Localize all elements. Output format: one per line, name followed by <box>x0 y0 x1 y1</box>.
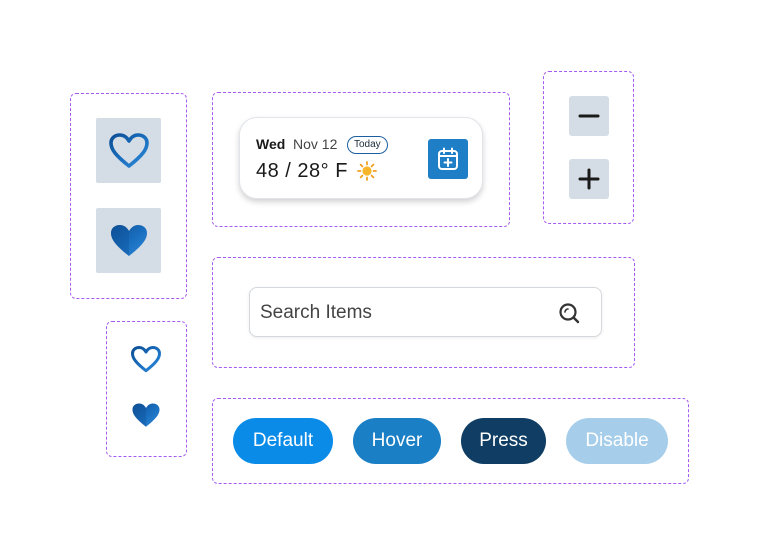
today-badge: Today <box>347 136 388 154</box>
search-input[interactable]: Search Items <box>249 287 602 337</box>
calendar-add-icon <box>438 147 458 170</box>
increment-button[interactable] <box>569 159 609 199</box>
weather-card: Wed Nov 12 Today 48 / 28° F <box>239 117 483 199</box>
plus-icon <box>578 168 600 190</box>
decrement-button[interactable] <box>569 96 609 136</box>
heart-outline-icon <box>108 132 149 168</box>
weather-temperature: 48 / 28° F <box>256 160 348 182</box>
press-button[interactable]: Press <box>461 418 546 464</box>
favorite-filled-button[interactable] <box>96 208 161 273</box>
heart-filled-small-icon[interactable] <box>131 402 161 429</box>
add-to-calendar-button[interactable] <box>428 139 468 179</box>
small-hearts-group <box>106 321 187 457</box>
hover-button[interactable]: Hover <box>353 418 441 464</box>
weather-day: Wed <box>256 136 286 152</box>
stepper-group <box>543 71 634 224</box>
search-placeholder: Search Items <box>260 302 372 323</box>
search-icon[interactable] <box>558 302 580 324</box>
weather-date: Nov 12 <box>293 136 338 152</box>
heart-outline-small-icon[interactable] <box>131 346 161 373</box>
disabled-button: Disable <box>566 418 668 464</box>
heart-filled-icon <box>110 224 147 256</box>
default-button[interactable]: Default <box>233 418 333 464</box>
favorite-outline-button[interactable] <box>96 118 161 183</box>
minus-icon <box>578 114 600 118</box>
sun-icon <box>357 161 377 181</box>
